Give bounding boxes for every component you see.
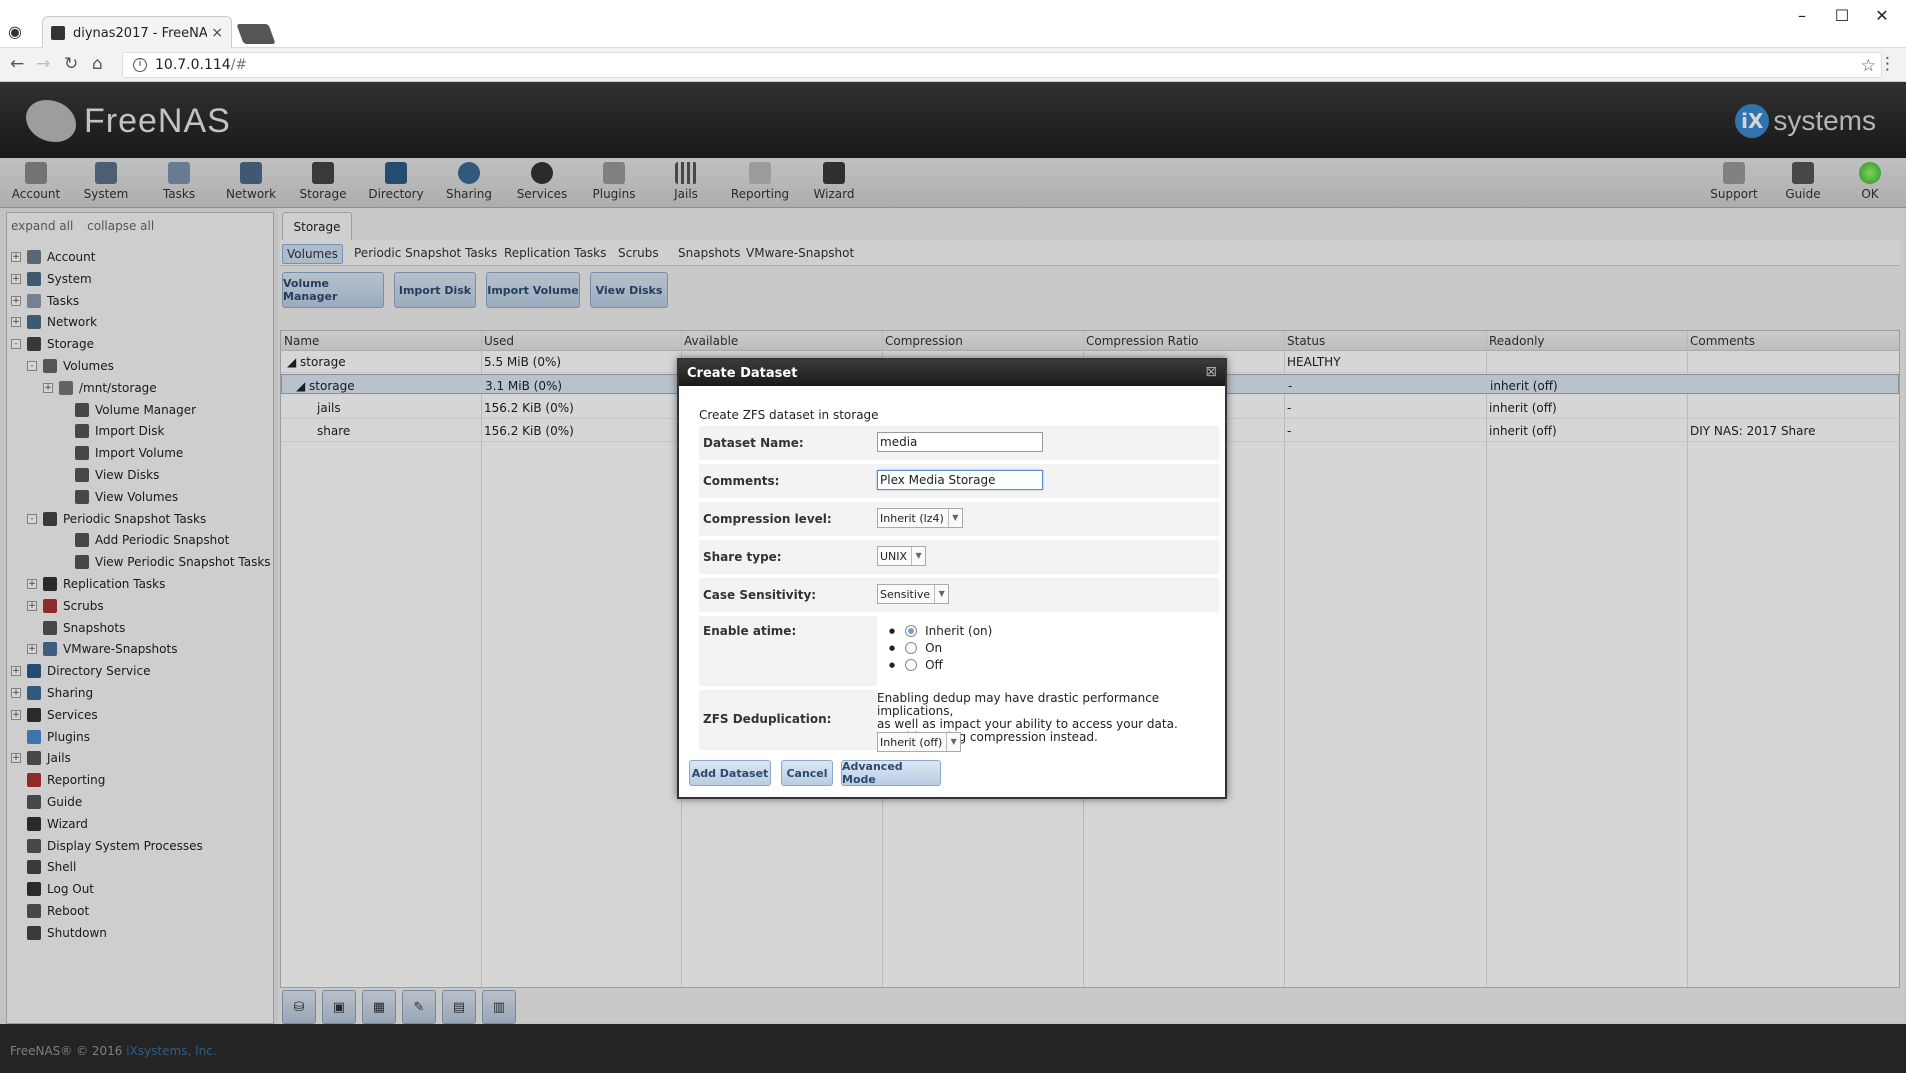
case-sensitivity-row: Case Sensitivity: Sensitive ▼ [699,578,1219,612]
comments-row: Comments: Plex Media Storage [699,464,1219,498]
dialog-intro: Create ZFS dataset in storage [699,408,879,422]
atime-row: Enable atime: ● Inherit (on) ● On ● Off [699,616,1219,686]
browser-toolbar: ← → ↻ ⌂ i 10.7.0.114/# ☆ ⋮ [0,48,1906,82]
chevron-down-icon: ▼ [934,585,948,603]
address-bar[interactable]: i 10.7.0.114/# [122,52,1882,78]
comments-input[interactable]: Plex Media Storage [877,470,1043,490]
chevron-down-icon: ▼ [946,733,960,751]
dataset-name-row: Dataset Name: media [699,426,1219,460]
atime-off-radio[interactable]: ● Off [889,658,943,672]
cancel-button[interactable]: Cancel [781,760,833,786]
reload-icon[interactable]: ↻ [64,54,78,74]
favicon-icon [51,26,65,40]
info-icon[interactable]: i [133,58,147,72]
minimize-icon[interactable]: – [1782,6,1822,26]
browser-tabstrip: ◉ diynas2017 - FreeNAS-9 × – ☐ ✕ [0,0,1906,49]
share-type-select[interactable]: UNIX ▼ [877,546,927,566]
dialog-close-icon[interactable]: ⊠ [1205,364,1217,380]
back-icon[interactable]: ← [10,54,24,74]
new-tab-button[interactable] [236,24,276,44]
dataset-name-input[interactable]: media [877,432,1043,452]
menu-kebab-icon[interactable]: ⋮ [1879,54,1896,74]
browser-tab[interactable]: diynas2017 - FreeNAS-9 × [42,16,232,49]
compression-select[interactable]: Inherit (lz4) ▼ [877,508,963,528]
maximize-icon[interactable]: ☐ [1822,6,1862,26]
tab-close-icon[interactable]: × [211,25,223,41]
url-host: 10.7.0.114 [155,57,231,73]
url-path: /# [230,57,248,73]
create-dataset-dialog: Create Dataset ⊠ Create ZFS dataset in s… [677,358,1227,799]
case-sensitivity-select[interactable]: Sensitive ▼ [877,584,950,604]
dialog-title: Create Dataset [679,360,1225,386]
chevron-down-icon: ▼ [947,509,962,527]
atime-inherit-radio[interactable]: ● Inherit (on) [889,624,992,638]
window-close-icon[interactable]: ✕ [1862,6,1902,26]
atime-on-radio[interactable]: ● On [889,641,942,655]
chevron-down-icon: ▼ [911,547,925,565]
dedup-select[interactable]: Inherit (off) ▼ [877,732,962,752]
advanced-mode-button[interactable]: Advanced Mode [841,760,941,786]
incognito-icon: ◉ [8,22,22,41]
share-type-row: Share type: UNIX ▼ [699,540,1219,574]
forward-icon[interactable]: → [36,54,50,74]
bookmark-star-icon[interactable]: ☆ [1861,56,1876,76]
compression-row: Compression level: Inherit (lz4) ▼ [699,502,1219,536]
tab-title: diynas2017 - FreeNAS-9 [73,25,208,41]
home-icon[interactable]: ⌂ [92,54,103,74]
add-dataset-button[interactable]: Add Dataset [689,760,771,786]
